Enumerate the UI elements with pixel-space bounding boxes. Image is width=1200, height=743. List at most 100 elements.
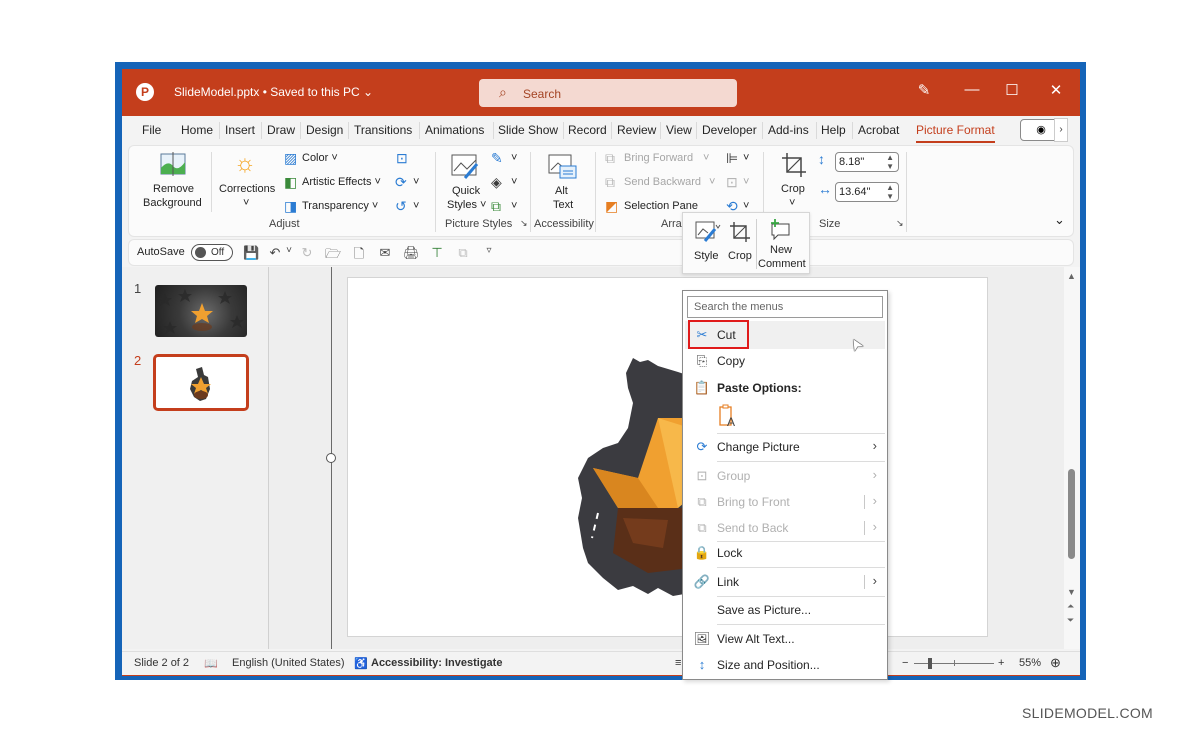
next-slide-icon[interactable]: ⏷ <box>1067 615 1074 626</box>
picture-effects-caret[interactable]: ˅ <box>511 176 517 188</box>
maximize-button[interactable]: ☐ <box>1000 81 1024 99</box>
tab-review[interactable]: Review <box>617 123 656 137</box>
zoom-in-button[interactable]: + <box>998 657 1004 669</box>
slide-canvas[interactable] <box>347 277 988 637</box>
tab-view[interactable]: View <box>666 123 692 137</box>
slide-thumbnail-2[interactable] <box>153 354 249 411</box>
status-bar: Slide 2 of 2 📖 English (United States) ♿… <box>122 651 1080 675</box>
picture-styles-launcher-icon[interactable]: ↘ <box>520 218 528 229</box>
scroll-down-icon[interactable]: ▼ <box>1067 587 1076 597</box>
redo-icon[interactable]: ↻ <box>299 245 315 261</box>
new-comment-icon <box>771 219 790 241</box>
zoom-slider-handle[interactable] <box>928 658 932 669</box>
tab-transitions[interactable]: Transitions <box>354 123 412 137</box>
close-button[interactable]: ✕ <box>1044 81 1068 99</box>
slide-thumbnail-1[interactable] <box>155 285 247 337</box>
group-icon[interactable]: ⊡ <box>726 174 738 191</box>
picture-border-caret[interactable]: ˅ <box>511 152 517 164</box>
compress-pictures-icon[interactable]: ⊡ <box>396 150 408 167</box>
reset-picture-caret[interactable]: ˅ <box>413 200 419 212</box>
corrections-caret: ˅ <box>243 197 250 209</box>
minimize-button[interactable]: — <box>960 81 984 98</box>
menu-item-link[interactable]: 🔗 Link › <box>683 570 887 594</box>
menu-item-copy[interactable]: ⎘ Copy <box>683 349 887 373</box>
picture-layout-icon[interactable]: ⧉ <box>491 198 501 215</box>
menu-item-lock[interactable]: 🔒 Lock <box>683 541 887 565</box>
resize-handle-left[interactable] <box>326 453 336 463</box>
picture-border-icon[interactable]: ✎ <box>491 150 503 167</box>
accessibility-status[interactable]: Accessibility: Investigate <box>371 657 502 669</box>
bring-to-front-icon: ⧉ <box>697 494 707 509</box>
tab-add-ins[interactable]: Add-ins <box>768 123 809 137</box>
selection-pane-label: Selection Pane <box>624 200 698 212</box>
height-input[interactable]: 8.18" ▲ ▼ <box>835 152 899 172</box>
menu-item-view-alt-text[interactable]: 🖼 View Alt Text... <box>683 627 887 651</box>
tab-insert[interactable]: Insert <box>225 123 255 137</box>
document-title[interactable]: SlideModel.pptx • Saved to this PC ⌄ <box>174 85 373 99</box>
customize-qat-icon[interactable]: ▿ <box>481 245 497 256</box>
menu-item-send-to-back[interactable]: ⧉ Send to Back › <box>683 516 887 540</box>
tab-help[interactable]: Help <box>821 123 846 137</box>
previous-slide-icon[interactable]: ⏶ <box>1067 601 1074 612</box>
tab-file[interactable]: File <box>142 123 161 137</box>
language-indicator[interactable]: English (United States) <box>232 657 345 669</box>
collapse-ribbon-icon[interactable]: ⌄ <box>1054 212 1065 228</box>
duplicate-icon[interactable]: ⧉ <box>455 245 471 261</box>
more-tabs-button[interactable]: › <box>1054 118 1068 142</box>
send-to-back-icon: ⧉ <box>697 520 707 535</box>
menu-item-bring-to-front[interactable]: ⧉ Bring to Front › <box>683 490 887 514</box>
pen-icon[interactable]: ✎ <box>912 81 936 99</box>
new-icon[interactable]: 🗋 <box>351 245 367 267</box>
submenu-arrow-icon: › <box>872 519 877 534</box>
rotate-caret[interactable]: ˅ <box>743 200 749 212</box>
picture-effects-icon[interactable]: ◈ <box>491 174 502 191</box>
menu-item-group[interactable]: ⊡ Group › <box>683 464 887 488</box>
change-picture-icon[interactable]: ⟳ <box>395 174 407 191</box>
picture-layout-caret[interactable]: ˅ <box>511 200 517 212</box>
save-icon[interactable]: 💾 <box>243 245 259 261</box>
size-launcher-icon[interactable]: ↘ <box>896 218 904 229</box>
align-icon[interactable]: ⊫ <box>726 150 738 167</box>
tab-design[interactable]: Design <box>306 123 343 137</box>
align-caret[interactable]: ˅ <box>743 152 749 164</box>
slide-counter[interactable]: Slide 2 of 2 <box>134 657 189 669</box>
present-icon[interactable]: ⊤ <box>429 245 445 261</box>
tab-acrobat[interactable]: Acrobat <box>858 123 899 137</box>
autosave-toggle[interactable]: Off <box>191 244 233 261</box>
undo-caret-icon[interactable]: ˅ <box>281 245 297 256</box>
scroll-up-icon[interactable]: ▲ <box>1067 271 1076 281</box>
slide-editing-area <box>269 267 1064 649</box>
menu-item-size-and-position[interactable]: ↕ Size and Position... <box>683 653 887 677</box>
tab-home[interactable]: Home <box>181 123 213 137</box>
tab-draw[interactable]: Draw <box>267 123 295 137</box>
width-input[interactable]: 13.64" ▲ ▼ <box>835 182 899 202</box>
tab-divider <box>660 122 661 139</box>
email-icon[interactable]: ✉ <box>377 245 393 261</box>
tab-record[interactable]: Record <box>568 123 607 137</box>
fit-to-window-icon[interactable]: ⊕ <box>1050 655 1061 671</box>
search-box[interactable]: ⌕ Search <box>479 79 737 107</box>
height-spinner[interactable]: ▲ ▼ <box>886 153 894 171</box>
scrollbar-thumb[interactable] <box>1068 469 1075 559</box>
spell-check-icon[interactable]: 📖 <box>204 657 218 670</box>
reset-picture-icon[interactable]: ↺ <box>395 198 407 215</box>
new-comment-label-1: New <box>770 244 793 256</box>
tab-slide-show[interactable]: Slide Show <box>498 123 558 137</box>
vertical-scrollbar[interactable]: ▲ ▼ ⏶ ⏷ <box>1064 267 1080 649</box>
tab-developer[interactable]: Developer <box>702 123 757 137</box>
search-menus-input[interactable]: Search the menus <box>687 296 883 318</box>
change-picture-caret[interactable]: ˅ <box>413 176 419 188</box>
print-icon[interactable]: 🖨 <box>403 245 420 261</box>
tab-picture-format[interactable]: Picture Format <box>916 123 995 143</box>
open-icon[interactable]: 🗁 <box>325 245 341 267</box>
group-caret[interactable]: ˅ <box>743 176 749 188</box>
quick-styles-label-2: Styles ˅ <box>447 199 487 211</box>
zoom-out-button[interactable]: − <box>902 657 908 669</box>
tab-animations[interactable]: Animations <box>425 123 484 137</box>
width-spinner[interactable]: ▲ ▼ <box>886 183 894 201</box>
menu-item-save-as-picture[interactable]: Save as Picture... <box>683 598 887 622</box>
notes-icon[interactable]: ≡ <box>675 657 681 669</box>
menu-item-change-picture[interactable]: ⟳ Change Picture › <box>683 435 887 459</box>
cutout-star-boat-picture[interactable] <box>578 358 690 598</box>
zoom-level[interactable]: 55% <box>1019 657 1041 669</box>
